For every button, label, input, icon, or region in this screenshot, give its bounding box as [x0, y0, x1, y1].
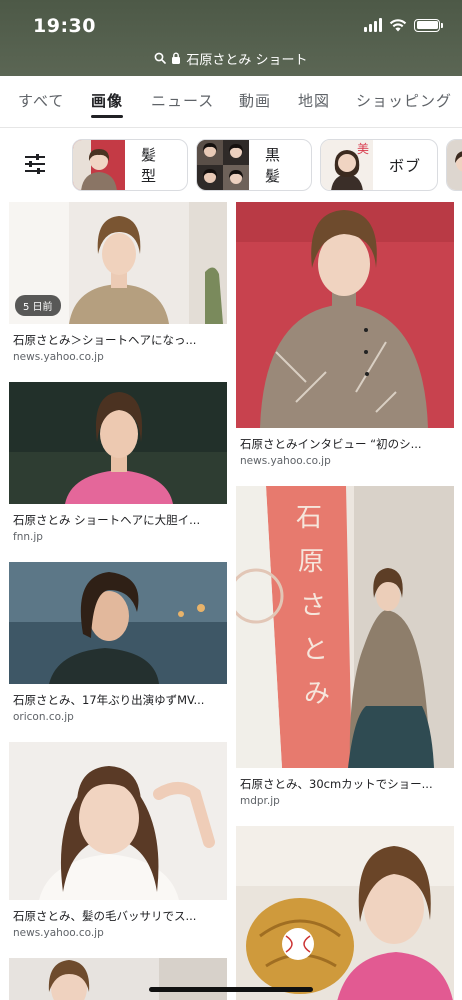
active-tab-indicator	[91, 115, 123, 118]
status-icons	[364, 18, 443, 32]
result-photo	[236, 202, 454, 428]
result-card[interactable]	[9, 958, 227, 1000]
result-photo	[9, 382, 227, 504]
result-image[interactable]: 5 日前	[9, 202, 227, 324]
result-title: 石原さとみインタビュー “初のシ...	[240, 437, 422, 451]
chip-more[interactable]	[446, 139, 462, 191]
svg-text:原: 原	[298, 547, 324, 577]
result-image[interactable]	[9, 382, 227, 504]
battery-icon	[414, 18, 443, 32]
result-source: news.yahoo.co.jp	[240, 455, 331, 467]
age-badge: 5 日前	[15, 295, 61, 316]
svg-text:と: と	[302, 635, 328, 665]
result-source: mdpr.jp	[240, 795, 280, 807]
result-title: 石原さとみ、30cmカットでショー...	[240, 777, 433, 791]
search-tabs: すべて 画像 ニュース 動画 地図 ショッピング	[0, 76, 462, 128]
result-source: news.yahoo.co.jp	[13, 351, 104, 363]
refinement-chips: 髪型 黒髪 美 ボブ	[0, 128, 462, 202]
tab-images[interactable]: 画像	[91, 90, 123, 111]
result-title: 石原さとみ ショートヘアに大胆イ...	[13, 513, 201, 527]
url-bar[interactable]: 石原さとみ ショート	[0, 47, 462, 69]
status-time: 19:30	[33, 15, 96, 37]
result-source: news.yahoo.co.jp	[13, 927, 104, 939]
search-icon	[155, 52, 167, 64]
result-source: oricon.co.jp	[13, 711, 74, 723]
result-photo	[9, 958, 227, 1000]
result-card[interactable]	[236, 826, 454, 1000]
result-card[interactable]: 石原さとみ、髪の毛バッサリでス... news.yahoo.co.jp	[9, 742, 227, 939]
chip-hairstyle[interactable]: 髪型	[72, 139, 188, 191]
result-card[interactable]: 石原さとみインタビュー “初のシ... news.yahoo.co.jp	[236, 202, 454, 467]
tab-all[interactable]: すべて	[18, 90, 64, 111]
chip-thumbnail	[73, 140, 125, 190]
chip-thumbnail	[447, 140, 462, 190]
chip-label: ボブ	[389, 156, 422, 175]
cellular-signal-icon	[364, 18, 382, 32]
svg-text:美: 美	[357, 142, 369, 156]
result-source: fnn.jp	[13, 531, 43, 543]
svg-text:さ: さ	[300, 591, 326, 621]
svg-text:石: 石	[296, 503, 322, 533]
lock-icon	[172, 52, 181, 64]
result-image[interactable]	[236, 202, 454, 428]
svg-text:み: み	[304, 679, 330, 709]
result-image[interactable]	[236, 826, 454, 1000]
chip-thumbnail: 美	[321, 140, 373, 190]
result-photo: 石 原 さ と み	[236, 486, 454, 768]
tab-shopping[interactable]: ショッピング	[356, 90, 452, 111]
tab-news[interactable]: ニュース	[151, 90, 214, 111]
chip-label: 髪型	[141, 146, 158, 185]
chip-label: 黒髪	[265, 146, 282, 185]
browser-chrome: 19:30 石原さとみ ショート	[0, 0, 462, 76]
image-results: 5 日前 石原さとみ＞ショートヘアになっ... news.yahoo.co.jp…	[0, 202, 462, 1000]
tab-maps[interactable]: 地図	[298, 90, 330, 111]
result-image[interactable]	[9, 742, 227, 900]
result-card[interactable]: 石原さとみ、17年ぶり出演ゆずMV... oricon.co.jp	[9, 562, 227, 723]
result-image[interactable]: 石 原 さ と み	[236, 486, 454, 768]
tune-filter-icon[interactable]	[24, 154, 46, 174]
tab-videos[interactable]: 動画	[239, 90, 271, 111]
wifi-icon	[389, 19, 407, 32]
result-card[interactable]: 石 原 さ と み 石原さとみ、30cmカットでショー... mdpr.jp	[236, 486, 454, 807]
result-card[interactable]: 石原さとみ ショートヘアに大胆イ... fnn.jp	[9, 382, 227, 543]
result-title: 石原さとみ＞ショートヘアになっ...	[13, 333, 197, 347]
result-photo	[9, 742, 227, 900]
chip-black-hair[interactable]: 黒髪	[196, 139, 312, 191]
result-photo	[9, 562, 227, 684]
home-indicator[interactable]	[149, 987, 313, 992]
result-image[interactable]	[9, 562, 227, 684]
result-card[interactable]: 5 日前 石原さとみ＞ショートヘアになっ... news.yahoo.co.jp	[9, 202, 227, 363]
url-query: 石原さとみ ショート	[186, 52, 308, 68]
chip-thumbnail	[197, 140, 249, 190]
result-photo	[236, 826, 454, 1000]
chip-bob[interactable]: 美 ボブ	[320, 139, 438, 191]
result-title: 石原さとみ、17年ぶり出演ゆずMV...	[13, 693, 205, 707]
result-title: 石原さとみ、髪の毛バッサリでス...	[13, 909, 197, 923]
result-image[interactable]	[9, 958, 227, 1000]
